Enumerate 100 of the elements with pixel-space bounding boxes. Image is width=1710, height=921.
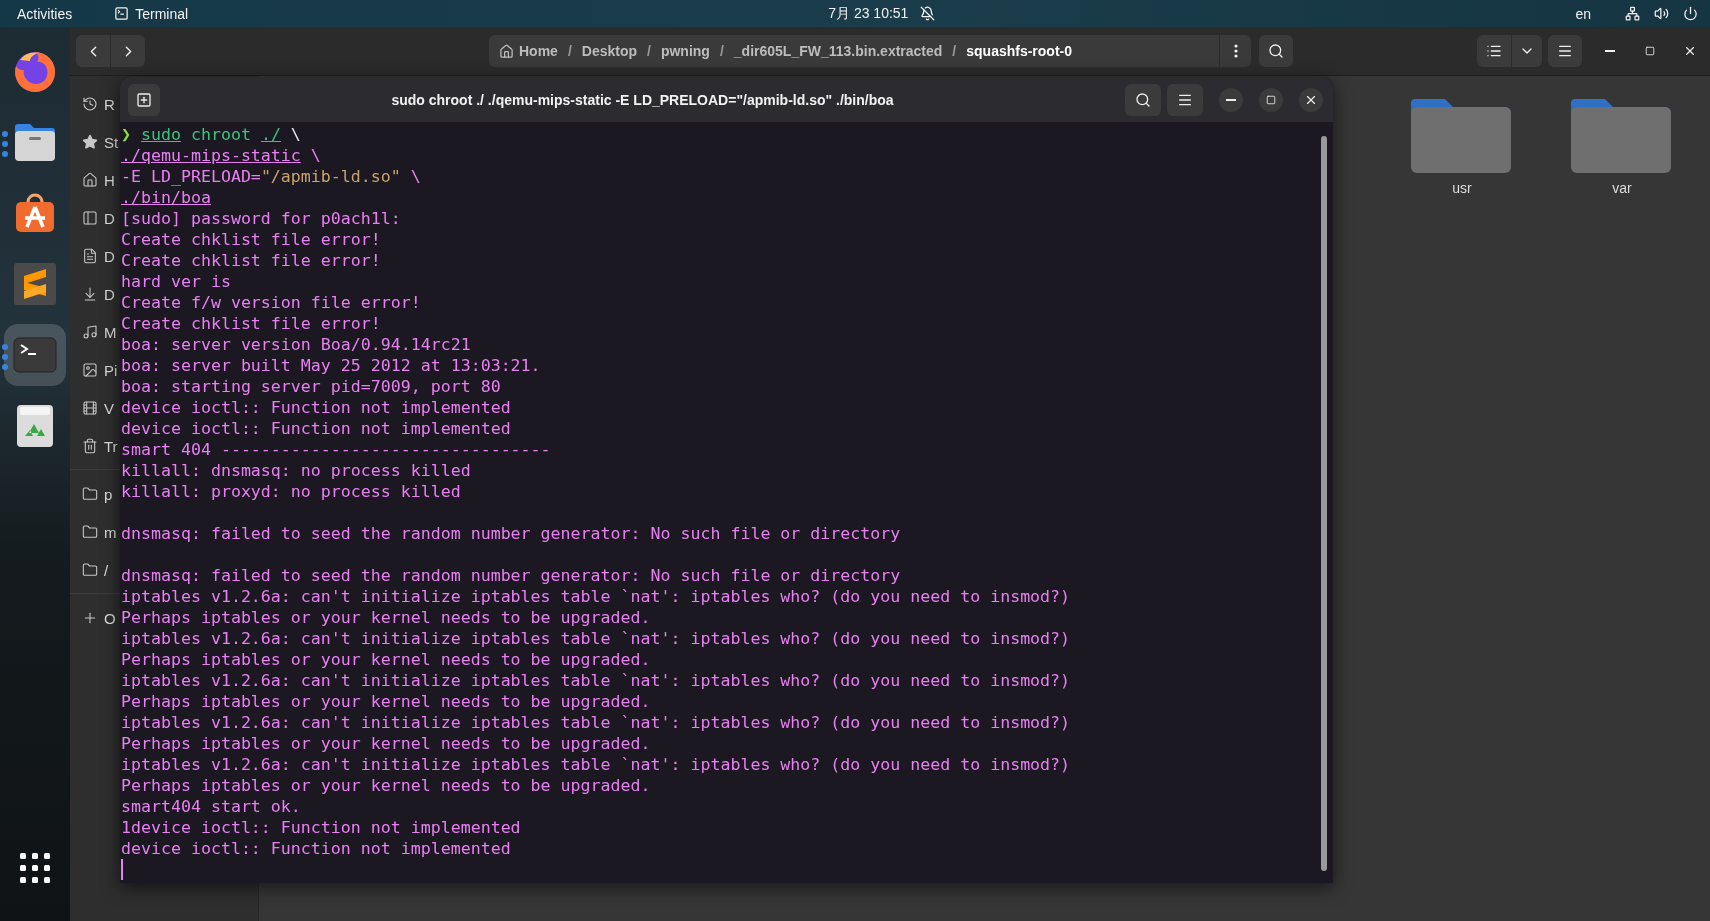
folder-icon: [82, 524, 98, 540]
home-icon: [82, 172, 98, 188]
minimize-button[interactable]: [1219, 87, 1243, 112]
terminal-line: ❯ sudo chroot ./ \: [121, 124, 301, 145]
search-button[interactable]: [1125, 83, 1161, 116]
terminal-line: device ioctl:: Function not implemented: [121, 397, 511, 418]
recent-icon: [82, 96, 98, 112]
terminal-line: ./bin/boa: [121, 187, 211, 208]
list-icon: [1486, 43, 1502, 59]
sidebar-label: /: [104, 561, 109, 579]
path-crumb[interactable]: Home: [499, 43, 558, 59]
path-separator: /: [719, 43, 724, 59]
path-crumb[interactable]: pwning: [660, 43, 710, 59]
sidebar-item[interactable]: R: [70, 85, 115, 123]
trash-icon: [82, 438, 98, 454]
sidebar-label: M: [104, 323, 117, 341]
sidebar-item[interactable]: m: [70, 513, 117, 551]
terminal-line: iptables v1.2.6a: can't initialize iptables table `nat': iptables who? (do you need to insmod?): [121, 670, 1071, 691]
view-list-button[interactable]: [1477, 35, 1511, 67]
terminal-line: hard ver is: [121, 271, 231, 292]
language-indicator[interactable]: en: [1575, 5, 1591, 22]
back-button[interactable]: [76, 35, 110, 67]
network-icon: [1625, 6, 1640, 21]
clock[interactable]: 7月 23 10:51: [828, 4, 909, 23]
sidebar-item[interactable]: D: [70, 199, 115, 237]
sidebar-label: m: [104, 523, 117, 541]
music-note-icon: [82, 324, 98, 340]
sidebar-item[interactable]: O: [70, 599, 116, 637]
sidebar-label: D: [104, 285, 115, 303]
terminal-line: device ioctl:: Function not implemented: [121, 838, 511, 859]
terminal-line: iptables v1.2.6a: can't initialize iptables table `nat': iptables who? (do you need to insmod?): [121, 712, 1071, 733]
path-crumb[interactable]: squashfs-root-0: [966, 43, 1073, 59]
sidebar-label: p: [104, 485, 113, 503]
terminal-line: 1device ioctl:: Function not implemented: [121, 817, 521, 838]
bell-off-icon: [920, 6, 936, 21]
sidebar-item[interactable]: /: [70, 551, 109, 589]
terminal-line: killall: proxyd: no process killed: [121, 481, 461, 502]
close-button[interactable]: [1299, 87, 1323, 112]
terminal-line: Create chklist file error!: [121, 229, 381, 250]
sidebar-label: O: [104, 609, 116, 627]
menu-button[interactable]: [1167, 83, 1203, 116]
terminal-line: dnsmasq: failed to seed the random number generator: No such file or directory: [121, 565, 901, 586]
volume-icon: [1654, 6, 1669, 21]
activities-button[interactable]: Activities: [17, 5, 73, 22]
sidebar-item[interactable]: St: [70, 123, 119, 161]
folder-icon: [82, 486, 98, 502]
path-separator: /: [952, 43, 957, 59]
film-icon: [82, 400, 98, 416]
terminal-icon: [114, 6, 130, 21]
new-tab-button[interactable]: [128, 83, 160, 116]
terminal-line: Perhaps iptables or your kernel needs to be upgraded.: [121, 691, 651, 712]
terminal-line: boa: server built May 25 2012 at 13:03:21.: [121, 355, 541, 376]
sidebar-item[interactable]: D: [70, 237, 115, 275]
maximize-icon: [1645, 46, 1655, 56]
new-tab-icon: [136, 91, 152, 108]
file-item[interactable]: var: [1542, 95, 1702, 196]
sidebar-item[interactable]: M: [70, 313, 117, 351]
folder-icon: [82, 562, 98, 578]
sidebar-item[interactable]: V: [70, 389, 114, 427]
document-icon: [82, 248, 98, 264]
sidebar-label: H: [104, 171, 115, 189]
minimize-icon: [1226, 98, 1236, 101]
plus-icon: [82, 610, 98, 626]
zigzag-icon: [12, 261, 58, 307]
terminal-line: Perhaps iptables or your kernel needs to be upgraded.: [121, 649, 651, 670]
terminal-line: boa: server version Boa/0.94.14rc21: [121, 334, 471, 355]
maximize-icon: [1266, 94, 1276, 105]
sidebar-item[interactable]: Pi: [70, 351, 118, 389]
desktop-icon: [82, 210, 98, 226]
search-button[interactable]: [1259, 35, 1293, 67]
search-icon: [1268, 43, 1284, 59]
sidebar-item[interactable]: p: [70, 475, 113, 513]
terminal-line: dnsmasq: failed to seed the random number generator: No such file or directory: [121, 523, 901, 544]
close-icon: [1683, 44, 1697, 58]
sidebar-item[interactable]: Tr: [70, 427, 118, 465]
terminal-line: iptables v1.2.6a: can't initialize iptables table `nat': iptables who? (do you need to insmod?): [121, 586, 1071, 607]
terminal-line: killall: dnsmasq: no process killed: [121, 460, 471, 481]
path-crumb[interactable]: _dir605L_FW_113.bin.extracted: [733, 43, 943, 59]
image-icon: [82, 362, 98, 378]
view-options-button[interactable]: [1512, 35, 1542, 67]
terminal-line: Perhaps iptables or your kernel needs to be upgraded.: [121, 733, 651, 754]
download-icon: [82, 286, 98, 302]
file-item[interactable]: usr: [1382, 95, 1542, 196]
app-menu[interactable]: Terminal: [114, 5, 189, 22]
main-menu-button[interactable]: [1548, 35, 1582, 67]
forward-button[interactable]: [111, 35, 145, 67]
minimize-icon: [1605, 50, 1615, 52]
terminal-line: iptables v1.2.6a: can't initialize iptables table `nat': iptables who? (do you need to insmod?): [121, 628, 1071, 649]
sidebar-label: V: [104, 399, 114, 417]
file-name: usr: [1452, 180, 1472, 196]
path-crumb[interactable]: Desktop: [581, 43, 638, 59]
terminal-line: Create chklist file error!: [121, 250, 381, 271]
sidebar-item[interactable]: D: [70, 275, 115, 313]
sidebar-label: R: [104, 95, 115, 113]
sidebar-item[interactable]: H: [70, 161, 115, 199]
terminal-line: Create chklist file error!: [121, 313, 381, 334]
search-icon: [1135, 91, 1151, 108]
menu-icon: [1557, 43, 1573, 59]
maximize-button[interactable]: [1259, 87, 1283, 112]
terminal-line: smart 404 ---------------------------------: [121, 439, 551, 460]
